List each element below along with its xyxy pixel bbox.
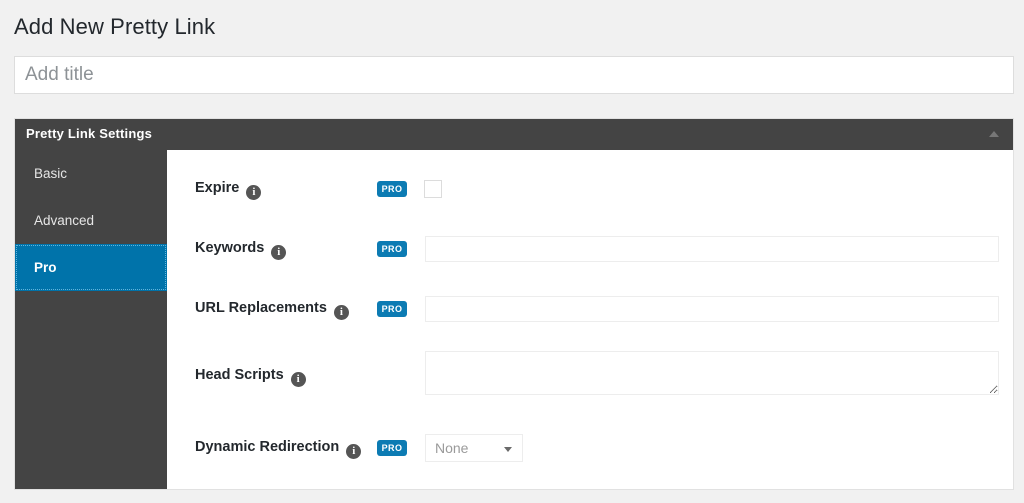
select-value: None: [435, 440, 469, 456]
settings-sidebar: Basic Advanced Pro: [15, 150, 167, 489]
label-text: Keywords: [195, 240, 265, 256]
field-label-expire: Expire i: [195, 180, 262, 200]
chevron-up-icon[interactable]: [989, 131, 999, 137]
info-icon[interactable]: i: [246, 185, 262, 200]
field-label-keywords: Keywords i: [195, 240, 287, 260]
label-text: Head Scripts: [195, 367, 284, 383]
url-replacements-input[interactable]: [425, 296, 999, 322]
form-row-expire: Expire i PRO: [167, 164, 1013, 224]
info-icon[interactable]: i: [290, 372, 306, 387]
panel-body: Basic Advanced Pro Expire i PRO Keywords…: [15, 150, 1013, 489]
title-input-container[interactable]: [14, 56, 1014, 94]
sidebar-item-advanced[interactable]: Advanced: [15, 197, 167, 244]
sidebar-item-label: Pro: [34, 260, 57, 275]
pro-badge-url-replacements[interactable]: PRO: [377, 301, 407, 317]
form-row-dynamic-redirection: Dynamic Redirection i PRO None: [167, 422, 1013, 482]
form-row-url-replacements: URL Replacements i PRO: [167, 284, 1013, 344]
pretty-link-settings-panel: Pretty Link Settings Basic Advanced Pro …: [14, 118, 1014, 490]
info-icon[interactable]: i: [271, 245, 287, 260]
panel-header: Pretty Link Settings: [15, 119, 1013, 150]
sidebar-item-label: Advanced: [34, 213, 95, 228]
dynamic-redirection-select[interactable]: None: [425, 434, 523, 462]
panel-header-title: Pretty Link Settings: [26, 126, 153, 141]
pro-badge-expire[interactable]: PRO: [377, 181, 407, 197]
info-icon[interactable]: i: [346, 444, 362, 459]
pro-badge-keywords[interactable]: PRO: [377, 241, 407, 257]
head-scripts-textarea[interactable]: [425, 351, 999, 395]
sidebar-item-label: Basic: [34, 166, 68, 181]
form-row-head-scripts: Head Scripts i: [167, 344, 1013, 404]
keywords-input[interactable]: [425, 236, 999, 262]
pro-badge-dynamic-redirection[interactable]: PRO: [377, 440, 407, 456]
label-text: URL Replacements: [195, 300, 327, 316]
field-label-head-scripts: Head Scripts i: [195, 367, 306, 387]
sidebar-item-pro[interactable]: Pro: [15, 244, 167, 291]
chevron-down-icon[interactable]: [504, 447, 512, 452]
info-icon[interactable]: i: [333, 305, 349, 320]
settings-form-area: Expire i PRO Keywords i PRO URL Replacemen…: [167, 150, 1013, 489]
sidebar-item-basic[interactable]: Basic: [15, 150, 167, 197]
expire-checkbox[interactable]: [424, 180, 442, 198]
field-label-dynamic-redirection: Dynamic Redirection i: [195, 439, 362, 459]
form-row-keywords: Keywords i PRO: [167, 224, 1013, 284]
title-input[interactable]: [15, 57, 1013, 93]
label-text: Expire: [195, 180, 240, 196]
field-label-url-replacements: URL Replacements i: [195, 300, 349, 320]
page-title: Add New Pretty Link: [14, 14, 216, 39]
label-text: Dynamic Redirection: [195, 439, 340, 455]
